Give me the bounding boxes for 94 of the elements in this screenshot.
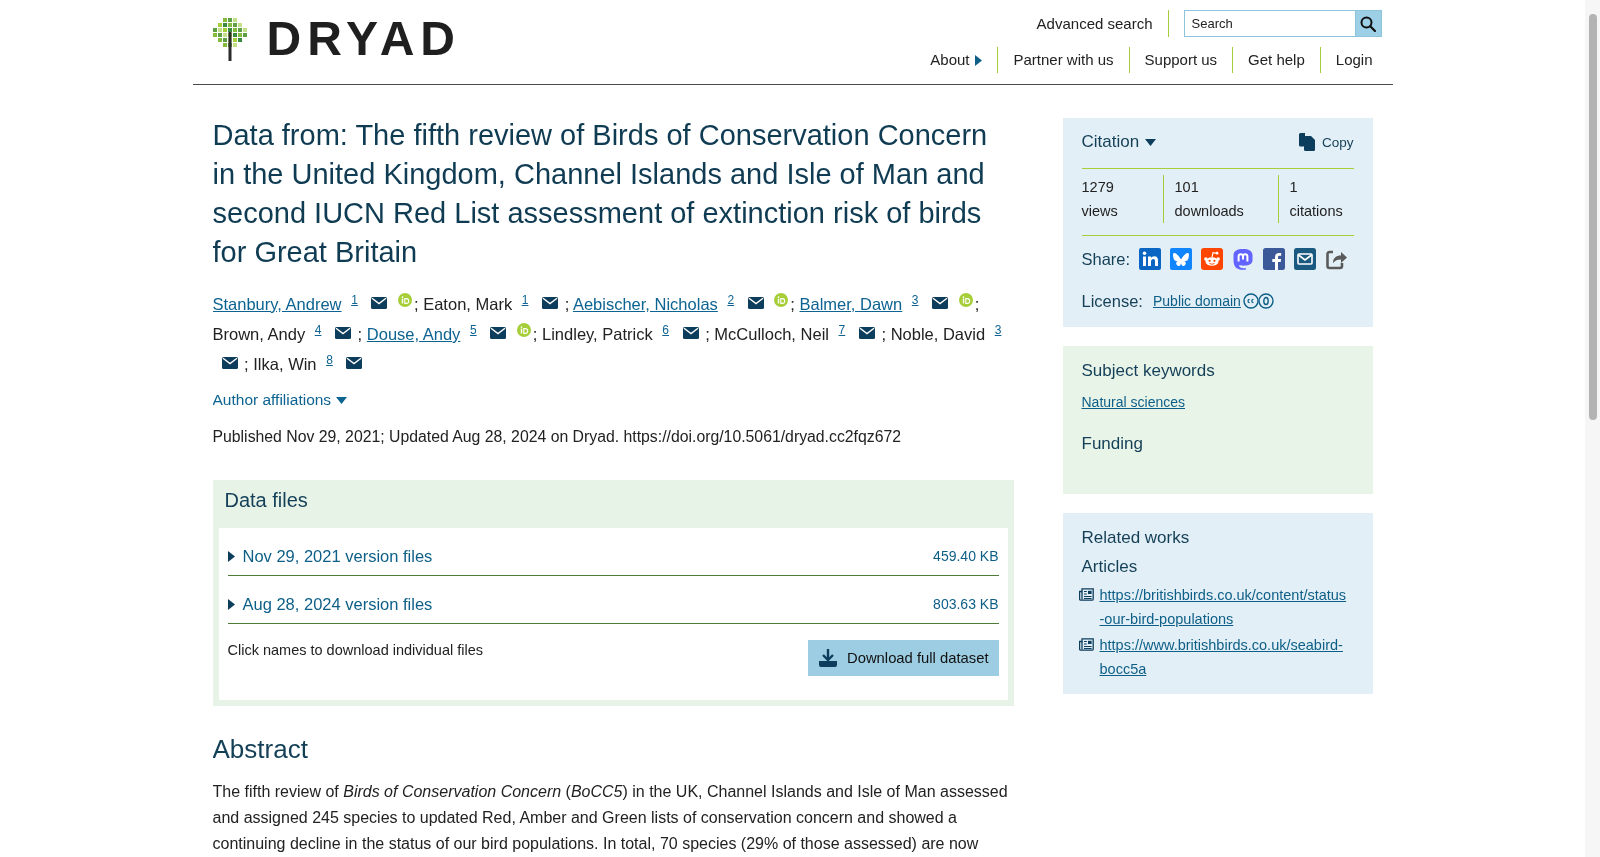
separator-text: ; xyxy=(790,295,795,313)
nav-link[interactable]: Partner with us xyxy=(997,47,1129,73)
envelope-icon[interactable] xyxy=(682,327,699,339)
envelope-icon[interactable] xyxy=(747,297,764,309)
linkedin-icon[interactable] xyxy=(1139,248,1162,270)
dataset-title: Data from: The fifth review of Birds of Conservation Concern in the United Kingdom, Channel Islands and Isle of Man and second IUCN Red List assessment of extinction risk of birds for Great Britain xyxy=(212,118,989,270)
newspaper-icon xyxy=(1078,638,1094,651)
logo-text[interactable]: DRYAD xyxy=(266,17,461,61)
file-size-text: 459.40 KB xyxy=(933,548,999,564)
nav-link[interactable]: Get help xyxy=(1232,47,1320,73)
mastodon-icon[interactable] xyxy=(1232,248,1255,270)
envelope-icon[interactable] xyxy=(1294,248,1317,270)
share-label: Share: xyxy=(1081,249,1131,269)
metric-label: citations xyxy=(1289,202,1344,221)
author-affiliations-toggle[interactable]: Author affiliations xyxy=(212,389,348,411)
license-link[interactable]: Public domain xyxy=(1152,293,1241,309)
affiliation-link[interactable]: 5 xyxy=(469,323,477,337)
envelope-icon[interactable] xyxy=(490,327,507,339)
share-icon[interactable] xyxy=(1325,248,1348,270)
metric-value: 1 xyxy=(1289,178,1299,197)
affiliation-link[interactable]: 1 xyxy=(521,293,529,307)
nav-link[interactable]: Login xyxy=(1319,47,1373,73)
hint-text: Click names to download individual files xyxy=(227,641,483,660)
header-link[interactable]: Advanced search xyxy=(1036,10,1169,37)
search-icon xyxy=(1360,15,1376,32)
metric-label: downloads xyxy=(1174,202,1245,221)
metric-value: 101 xyxy=(1174,178,1200,197)
author-name: Ilka, Win xyxy=(253,355,317,373)
separator-text: ; xyxy=(532,325,538,343)
affiliation-link[interactable]: 6 xyxy=(662,323,669,337)
search-field[interactable]: Search xyxy=(1183,10,1355,37)
group-heading: Articles xyxy=(1081,556,1139,578)
version-toggle[interactable]: Nov 29, 2021 version files xyxy=(227,546,433,566)
section-heading: Data files xyxy=(223,488,309,513)
related-work-link[interactable]: https://www.britishbirds.co.uk/seabird-bocc5a xyxy=(1099,633,1348,681)
citation-toggle[interactable]: Citation xyxy=(1081,132,1157,152)
author-name: Noble, David xyxy=(890,325,986,343)
author-name: McCulloch, Neil xyxy=(714,325,829,343)
author-name: Eaton, Mark xyxy=(423,295,513,313)
scrollbar-thumb[interactable] xyxy=(1589,14,1597,420)
metric-label: views xyxy=(1081,202,1119,221)
affiliation-link[interactable]: 3 xyxy=(994,323,1002,337)
envelope-icon[interactable] xyxy=(542,297,559,309)
author-link[interactable]: Balmer, Dawn xyxy=(799,295,903,313)
tree-logo-icon[interactable] xyxy=(212,17,247,61)
panel-heading: Funding xyxy=(1081,433,1144,455)
separator-text: ; xyxy=(244,355,249,373)
author-link[interactable]: Stanbury, Andrew xyxy=(212,295,342,313)
nav-link[interactable]: Support us xyxy=(1128,47,1233,73)
search-button[interactable] xyxy=(1354,10,1382,37)
download-button[interactable]: Download full dataset xyxy=(808,640,999,676)
affiliation-link[interactable]: 3 xyxy=(911,293,919,307)
metric-value: 1279 xyxy=(1081,178,1115,197)
facebook-icon[interactable] xyxy=(1263,248,1286,270)
separator-text: ; xyxy=(357,325,363,343)
envelope-icon[interactable] xyxy=(221,357,238,369)
separator-text: ; xyxy=(414,295,419,313)
caret-down-icon xyxy=(336,396,348,404)
panel-heading: Subject keywords xyxy=(1081,360,1216,382)
affiliation-link[interactable]: 4 xyxy=(314,323,322,337)
affiliation-link[interactable]: 1 xyxy=(351,293,358,307)
caret-down-icon xyxy=(1145,138,1157,146)
author-name: Lindley, Patrick xyxy=(542,325,653,343)
separator-text: ; xyxy=(974,295,980,313)
license-label: License: xyxy=(1081,291,1143,311)
butterfly-icon[interactable] xyxy=(1170,248,1193,270)
affiliation-link[interactable]: 8 xyxy=(326,353,333,367)
reddit-icon[interactable] xyxy=(1201,248,1224,270)
affiliation-link[interactable]: 2 xyxy=(727,293,735,307)
envelope-icon[interactable] xyxy=(346,357,363,369)
author-link[interactable]: Douse, Andy xyxy=(366,325,461,343)
cc0-icon xyxy=(1242,293,1274,309)
author-link[interactable]: Aebischer, Nicholas xyxy=(572,295,718,313)
separator-text: ; xyxy=(564,295,570,313)
published-text: Published Nov 29, 2021; Updated Aug 28, 2024 on Dryad. https://doi.org/10.5061/dryad.cc2fqz672 xyxy=(212,427,903,447)
envelope-icon[interactable] xyxy=(335,327,351,339)
envelope-icon[interactable] xyxy=(932,297,949,309)
panel-heading: Related works xyxy=(1081,527,1191,549)
copy-button[interactable]: Copy xyxy=(1298,133,1354,151)
abstract-text: The fifth review of Birds of Conservation Concern (BoCC5) in the UK, Channel Islands and Isle of Man assessed and assigned 245 species to updated Red, Amber and Green lists of conservation concern and showed a continuing decline in the status of our bird populations. In total, 70 species (29% of those assessed) are now xyxy=(212,782,1009,854)
separator-text: ; xyxy=(881,325,887,343)
affiliation-link[interactable]: 7 xyxy=(838,323,846,337)
separator-text: ; xyxy=(705,325,710,343)
copy-icon xyxy=(1298,133,1315,151)
section-heading: Abstract xyxy=(212,733,309,766)
file-size-text: 803.63 KB xyxy=(933,596,999,612)
author-name: Brown, Andy xyxy=(212,325,306,343)
envelope-icon[interactable] xyxy=(858,327,875,339)
newspaper-icon xyxy=(1078,588,1094,601)
download-icon xyxy=(818,648,838,668)
nav-link[interactable]: About xyxy=(915,47,998,73)
keyword-link[interactable]: Natural sciences xyxy=(1081,392,1354,412)
envelope-icon[interactable] xyxy=(371,297,388,309)
version-toggle[interactable]: Aug 28, 2024 version files xyxy=(227,594,433,614)
